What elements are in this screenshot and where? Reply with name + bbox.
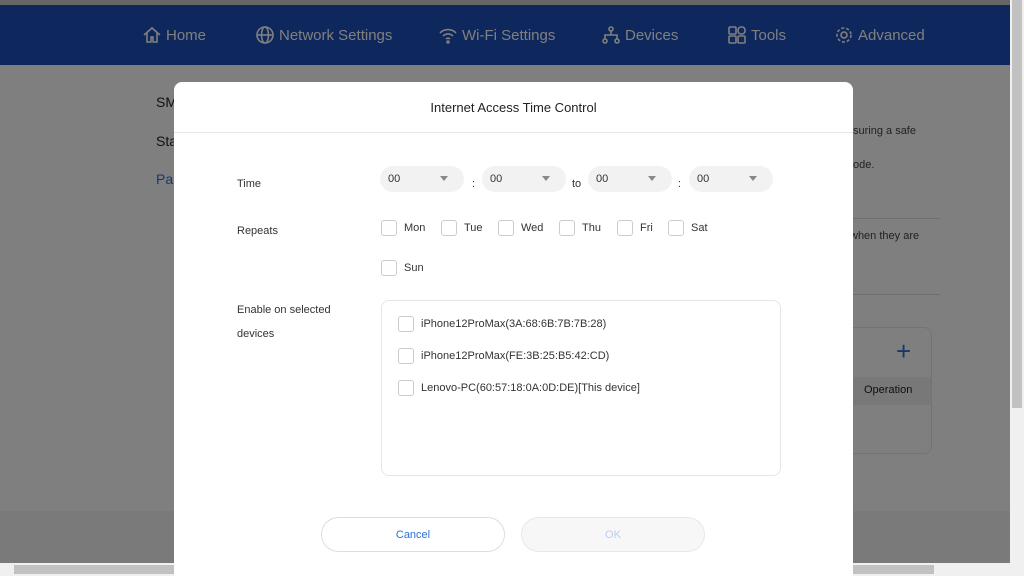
start-minute-select[interactable]: 00: [482, 166, 566, 192]
device-label: Lenovo-PC(60:57:18:0A:0D:DE)[This device…: [421, 382, 640, 394]
repeats-label: Repeats: [237, 225, 278, 237]
cancel-button[interactable]: Cancel: [321, 517, 505, 552]
day-label: Fri: [640, 222, 653, 234]
end-minute-select[interactable]: 00: [689, 166, 773, 192]
day-checkbox-sat[interactable]: Sat: [668, 220, 708, 236]
day-label: Sat: [691, 222, 708, 234]
day-label: Mon: [404, 222, 426, 234]
day-checkbox-mon[interactable]: Mon: [381, 220, 425, 236]
checkbox[interactable]: [398, 316, 414, 332]
day-checkbox-tue[interactable]: Tue: [441, 220, 483, 236]
day-label: Sun: [404, 262, 424, 274]
device-checkbox[interactable]: iPhone12ProMax(FE:3B:25:B5:42:CD): [398, 348, 609, 364]
checkbox[interactable]: [398, 380, 414, 396]
dialog-title: Internet Access Time Control: [174, 82, 853, 133]
checkbox[interactable]: [617, 220, 633, 236]
device-label: iPhone12ProMax(FE:3B:25:B5:42:CD): [421, 350, 610, 362]
checkbox[interactable]: [441, 220, 457, 236]
checkbox[interactable]: [398, 348, 414, 364]
select-value: 00: [490, 173, 503, 185]
start-hour-select[interactable]: 00: [380, 166, 464, 192]
to-label: to: [572, 178, 582, 190]
end-hour-select[interactable]: 00: [588, 166, 672, 192]
caret-down-icon: [749, 176, 757, 181]
time-label: Time: [237, 178, 262, 190]
devices-label: Enable on selected: [237, 304, 331, 316]
ok-button[interactable]: OK: [521, 517, 705, 552]
day-checkbox-fri[interactable]: Fri: [617, 220, 653, 236]
colon: :: [472, 178, 476, 190]
checkbox[interactable]: [381, 260, 397, 276]
select-value: 00: [388, 173, 401, 185]
day-checkbox-sun[interactable]: Sun: [381, 260, 424, 276]
select-value: 00: [697, 173, 710, 185]
caret-down-icon: [542, 176, 550, 181]
day-label: Thu: [582, 222, 601, 234]
select-value: 00: [596, 173, 609, 185]
device-list: iPhone12ProMax(3A:68:6B:7B:7B:28) iPhone…: [381, 300, 781, 476]
caret-down-icon: [440, 176, 448, 181]
checkbox[interactable]: [381, 220, 397, 236]
time-control-dialog: Internet Access Time Control Time 00 : 0…: [174, 82, 853, 576]
colon: :: [678, 178, 682, 190]
checkbox[interactable]: [668, 220, 684, 236]
vertical-scroll-thumb[interactable]: [1012, 0, 1022, 408]
device-checkbox[interactable]: iPhone12ProMax(3A:68:6B:7B:7B:28): [398, 316, 606, 332]
day-label: Tue: [464, 222, 483, 234]
caret-down-icon: [648, 176, 656, 181]
day-checkbox-wed[interactable]: Wed: [498, 220, 543, 236]
day-label: Wed: [521, 222, 544, 234]
device-label: iPhone12ProMax(3A:68:6B:7B:7B:28): [421, 318, 607, 330]
checkbox[interactable]: [559, 220, 575, 236]
devices-label: devices: [237, 328, 275, 340]
device-checkbox[interactable]: Lenovo-PC(60:57:18:0A:0D:DE)[This device…: [398, 380, 640, 396]
checkbox[interactable]: [498, 220, 514, 236]
day-checkbox-thu[interactable]: Thu: [559, 220, 601, 236]
